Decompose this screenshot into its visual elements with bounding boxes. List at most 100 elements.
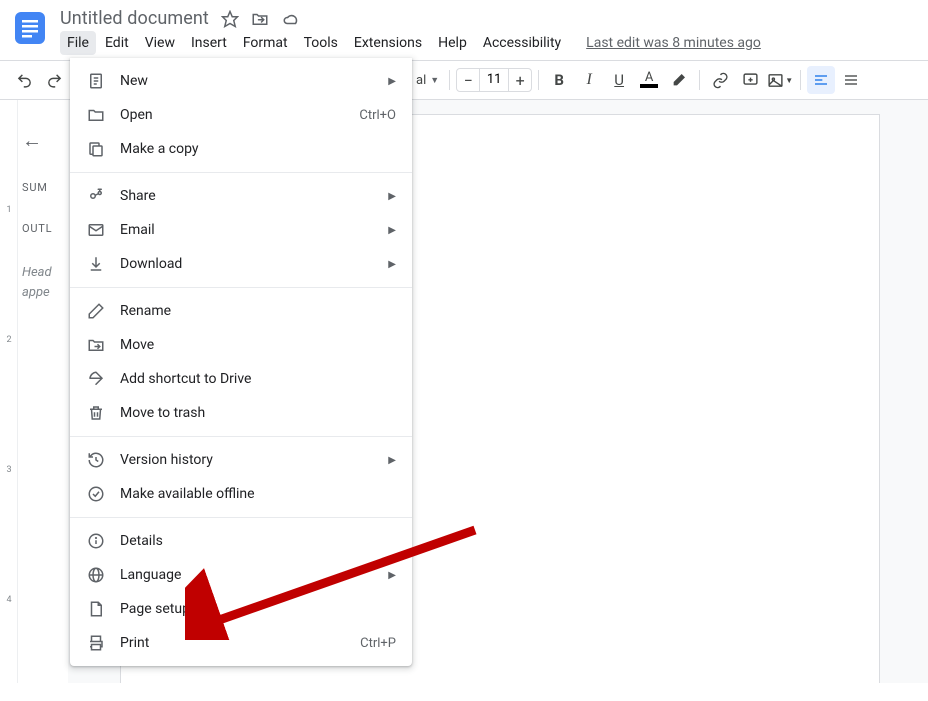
menu-item-label: Move xyxy=(120,337,396,353)
outline-sidebar: ← SUM OUTL Headappe xyxy=(18,100,68,683)
menu-item-make-available-offline[interactable]: Make available offline xyxy=(70,477,412,511)
rename-icon xyxy=(86,301,106,321)
trash-icon xyxy=(86,403,106,423)
info-icon xyxy=(86,531,106,551)
history-icon xyxy=(86,450,106,470)
font-size-value[interactable]: 11 xyxy=(479,69,509,91)
menu-item-email[interactable]: Email▶ xyxy=(70,213,412,247)
star-icon[interactable] xyxy=(221,10,239,28)
submenu-arrow-icon: ▶ xyxy=(388,570,396,581)
menu-item-label: Email xyxy=(120,222,388,238)
offline-icon xyxy=(86,484,106,504)
menu-item-label: Make available offline xyxy=(120,486,396,502)
share-icon xyxy=(86,186,106,206)
ruler-tick: 2 xyxy=(2,335,16,345)
highlight-button[interactable] xyxy=(665,66,693,94)
submenu-arrow-icon: ▶ xyxy=(388,225,396,236)
menu-item-label: Rename xyxy=(120,303,396,319)
last-edit-link[interactable]: Last edit was 8 minutes ago xyxy=(586,35,761,51)
menu-item-share[interactable]: Share▶ xyxy=(70,179,412,213)
menu-tools[interactable]: Tools xyxy=(297,31,345,55)
menu-divider xyxy=(70,172,412,173)
align-more-button[interactable] xyxy=(837,66,865,94)
menubar: File Edit View Insert Format Tools Exten… xyxy=(60,31,916,55)
bold-button[interactable]: B xyxy=(545,66,573,94)
menu-item-details[interactable]: Details xyxy=(70,524,412,558)
insert-image-button[interactable]: ▼ xyxy=(766,66,794,94)
menu-item-label: Language xyxy=(120,567,388,583)
menu-item-label: Details xyxy=(120,533,396,549)
menu-item-move[interactable]: Move xyxy=(70,328,412,362)
font-size-increase[interactable]: + xyxy=(509,71,531,90)
menu-item-label: Make a copy xyxy=(120,141,396,157)
menu-item-label: Print xyxy=(120,635,360,651)
menu-item-label: Add shortcut to Drive xyxy=(120,371,396,387)
font-size-control: − 11 + xyxy=(456,68,532,92)
menu-view[interactable]: View xyxy=(138,31,182,55)
submenu-arrow-icon: ▶ xyxy=(388,455,396,466)
ruler-tick: 3 xyxy=(2,465,16,475)
docs-logo[interactable] xyxy=(12,10,48,50)
submenu-arrow-icon: ▶ xyxy=(388,259,396,270)
document-title[interactable]: Untitled document xyxy=(60,8,209,29)
menu-item-label: Open xyxy=(120,107,359,123)
page-setup-icon xyxy=(86,599,106,619)
menu-item-label: Share xyxy=(120,188,388,204)
menu-item-label: New xyxy=(120,73,388,89)
menu-extensions[interactable]: Extensions xyxy=(347,31,429,55)
font-family-dropdown[interactable]: al▼ xyxy=(412,73,443,88)
outline-placeholder: Headappe xyxy=(22,263,58,302)
download-icon xyxy=(86,254,106,274)
menu-file[interactable]: File xyxy=(60,31,96,55)
menu-item-language[interactable]: Language▶ xyxy=(70,558,412,592)
menu-item-version-history[interactable]: Version history▶ xyxy=(70,443,412,477)
align-left-button[interactable] xyxy=(807,66,835,94)
email-icon xyxy=(86,220,106,240)
menu-item-new[interactable]: New▶ xyxy=(70,64,412,98)
underline-button[interactable]: U xyxy=(605,66,633,94)
menu-insert[interactable]: Insert xyxy=(184,31,234,55)
collapse-sidebar-button[interactable]: ← xyxy=(22,128,58,153)
menu-shortcut: Ctrl+P xyxy=(360,636,396,651)
insert-comment-button[interactable] xyxy=(736,66,764,94)
submenu-arrow-icon: ▶ xyxy=(388,191,396,202)
menu-divider xyxy=(70,287,412,288)
menu-divider xyxy=(70,436,412,437)
ruler-tick: 4 xyxy=(2,595,16,605)
shortcut-icon xyxy=(86,369,106,389)
menu-item-make-a-copy[interactable]: Make a copy xyxy=(70,132,412,166)
move-icon[interactable] xyxy=(251,10,269,28)
submenu-arrow-icon: ▶ xyxy=(388,76,396,87)
menu-item-rename[interactable]: Rename xyxy=(70,294,412,328)
file-menu-dropdown: New▶OpenCtrl+OMake a copyShare▶Email▶Dow… xyxy=(70,58,412,666)
insert-link-button[interactable] xyxy=(706,66,734,94)
font-size-decrease[interactable]: − xyxy=(457,71,479,90)
menu-item-label: Page setup xyxy=(120,601,396,617)
text-color-button[interactable]: A xyxy=(635,66,663,94)
menu-item-download[interactable]: Download▶ xyxy=(70,247,412,281)
menu-item-move-to-trash[interactable]: Move to trash xyxy=(70,396,412,430)
vertical-ruler[interactable]: 1 2 3 4 xyxy=(0,100,18,683)
redo-button[interactable] xyxy=(40,66,68,94)
menu-item-add-shortcut-to-drive[interactable]: Add shortcut to Drive xyxy=(70,362,412,396)
menu-accessibility[interactable]: Accessibility xyxy=(476,31,568,55)
menu-edit[interactable]: Edit xyxy=(98,31,136,55)
globe-icon xyxy=(86,565,106,585)
italic-button[interactable]: I xyxy=(575,66,603,94)
print-icon xyxy=(86,633,106,653)
menu-item-print[interactable]: PrintCtrl+P xyxy=(70,626,412,660)
doc-new-icon xyxy=(86,71,106,91)
menu-item-page-setup[interactable]: Page setup xyxy=(70,592,412,626)
summary-label: SUM xyxy=(22,181,58,194)
menu-item-label: Download xyxy=(120,256,388,272)
ruler-tick: 1 xyxy=(2,205,16,215)
outline-label: OUTL xyxy=(22,222,58,235)
menu-format[interactable]: Format xyxy=(236,31,295,55)
menu-item-label: Version history xyxy=(120,452,388,468)
undo-button[interactable] xyxy=(10,66,38,94)
menu-help[interactable]: Help xyxy=(431,31,474,55)
folder-open-icon xyxy=(86,105,106,125)
menu-item-open[interactable]: OpenCtrl+O xyxy=(70,98,412,132)
menu-divider xyxy=(70,517,412,518)
cloud-icon[interactable] xyxy=(281,10,301,28)
